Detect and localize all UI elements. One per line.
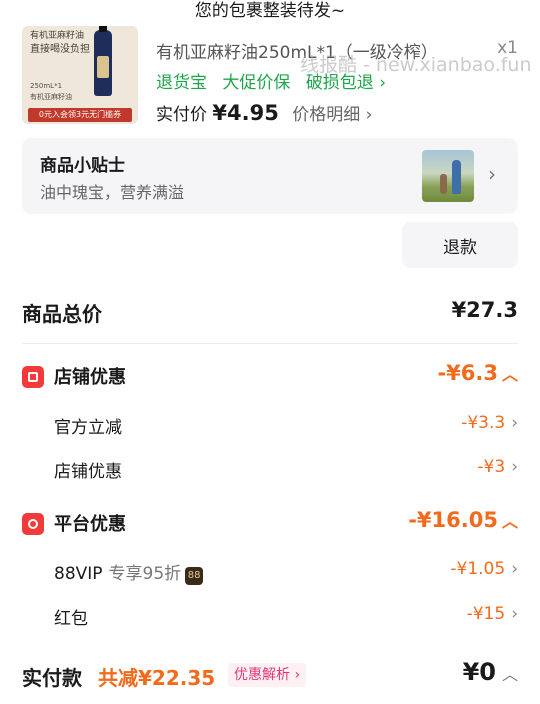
service-tag: 大促价保: [222, 73, 291, 93]
product-card[interactable]: 有机亚麻籽油 直接喝没负担 250mL*1 有机亚麻籽油 0元入会领3元无门槛券…: [22, 22, 532, 125]
store-cut-row[interactable]: 店铺优惠 -¥3 ›: [22, 457, 518, 483]
oil-bottle-icon: [94, 26, 112, 96]
price-label: 实付价: [156, 105, 207, 125]
refund-button[interactable]: 退款: [402, 222, 518, 268]
chevron-right-icon: ›: [511, 604, 518, 624]
pay-value: ¥0 ︿: [462, 658, 518, 686]
store-cut-label: 店铺优惠: [54, 462, 122, 482]
tips-subtitle: 油中瑰宝，营养满溢: [40, 183, 185, 202]
price-value: ¥4.95: [212, 101, 279, 125]
total-row: 商品总价 ¥27.3: [22, 298, 518, 327]
total-value: ¥27.3: [451, 298, 518, 322]
platform-discount-label: 平台优惠: [54, 514, 126, 535]
service-tags[interactable]: 退货宝 大促价保 破损包退 ›: [156, 68, 396, 93]
pay-row[interactable]: 实付款 共减¥22.35 优惠解析 › ¥0 ︿: [22, 658, 518, 698]
official-cut-label: 官方立减: [54, 418, 122, 438]
vip-row[interactable]: 88VIP 专享95折 88 -¥1.05 ›: [22, 559, 518, 585]
chevron-right-icon: ›: [488, 162, 496, 186]
tips-image: [422, 150, 474, 202]
thumb-line2: 直接喝没负担: [30, 44, 90, 55]
status-message: 您的包裹整装待发~: [194, 1, 346, 21]
vip-label: 88VIP 专享95折 88: [54, 559, 204, 585]
store-discount-value: -¥6.3 ︿: [437, 361, 518, 385]
chevron-up-icon: ︿: [501, 365, 518, 384]
thumb-spec: 250mL*1: [30, 82, 63, 90]
chevron-right-icon: ›: [511, 559, 518, 579]
service-tag: 退货宝: [156, 73, 207, 93]
platform-discount-value: -¥16.05 ︿: [408, 508, 518, 532]
chevron-up-icon: ︿: [501, 512, 518, 531]
store-icon: [22, 366, 44, 388]
vip-value: -¥1.05 ›: [450, 559, 518, 579]
total-label: 商品总价: [22, 302, 102, 326]
price-detail-link[interactable]: 价格明细 ›: [292, 105, 372, 125]
chevron-right-icon: ›: [511, 457, 518, 477]
person-figure-icon: [452, 160, 461, 194]
store-discount-label: 店铺优惠: [54, 367, 126, 388]
service-tag: 破损包退 ›: [305, 73, 387, 93]
vip-extra: 专享95折: [108, 564, 182, 584]
pay-saved: 共减¥22.35: [98, 666, 216, 690]
discount-analysis-button[interactable]: 优惠解析 ›: [228, 663, 307, 687]
official-cut-value: -¥3.3 ›: [461, 413, 518, 433]
redpack-row[interactable]: 红包 -¥15 ›: [22, 604, 518, 630]
tips-title: 商品小贴士: [40, 156, 125, 176]
pay-label: 实付款: [22, 666, 82, 690]
child-figure-icon: [440, 174, 447, 194]
store-discount-row[interactable]: 店铺优惠 -¥6.3 ︿: [22, 361, 518, 391]
official-cut-row[interactable]: 官方立减 -¥3.3 ›: [22, 413, 518, 439]
vip-badge-icon: 88: [185, 567, 204, 585]
store-cut-value: -¥3 ›: [477, 457, 518, 477]
redpack-label: 红包: [54, 609, 88, 629]
redpack-value: -¥15 ›: [466, 604, 518, 624]
thumb-coupon-tag: 0元入会领3元无门槛券: [28, 108, 132, 122]
platform-icon: [22, 513, 44, 535]
product-price: 实付价 ¥4.95 价格明细 ›: [156, 100, 372, 125]
chevron-right-icon: ›: [511, 413, 518, 433]
product-tips-card[interactable]: 商品小贴士 油中瑰宝，营养满溢 ›: [22, 138, 518, 214]
thumb-name: 有机亚麻籽油: [30, 93, 72, 101]
platform-discount-row[interactable]: 平台优惠 -¥16.05 ︿: [22, 508, 518, 538]
divider: [22, 343, 518, 344]
product-thumbnail[interactable]: 有机亚麻籽油 直接喝没负担 250mL*1 有机亚麻籽油 0元入会领3元无门槛券: [22, 26, 138, 124]
chevron-up-icon: ︿: [501, 665, 518, 684]
